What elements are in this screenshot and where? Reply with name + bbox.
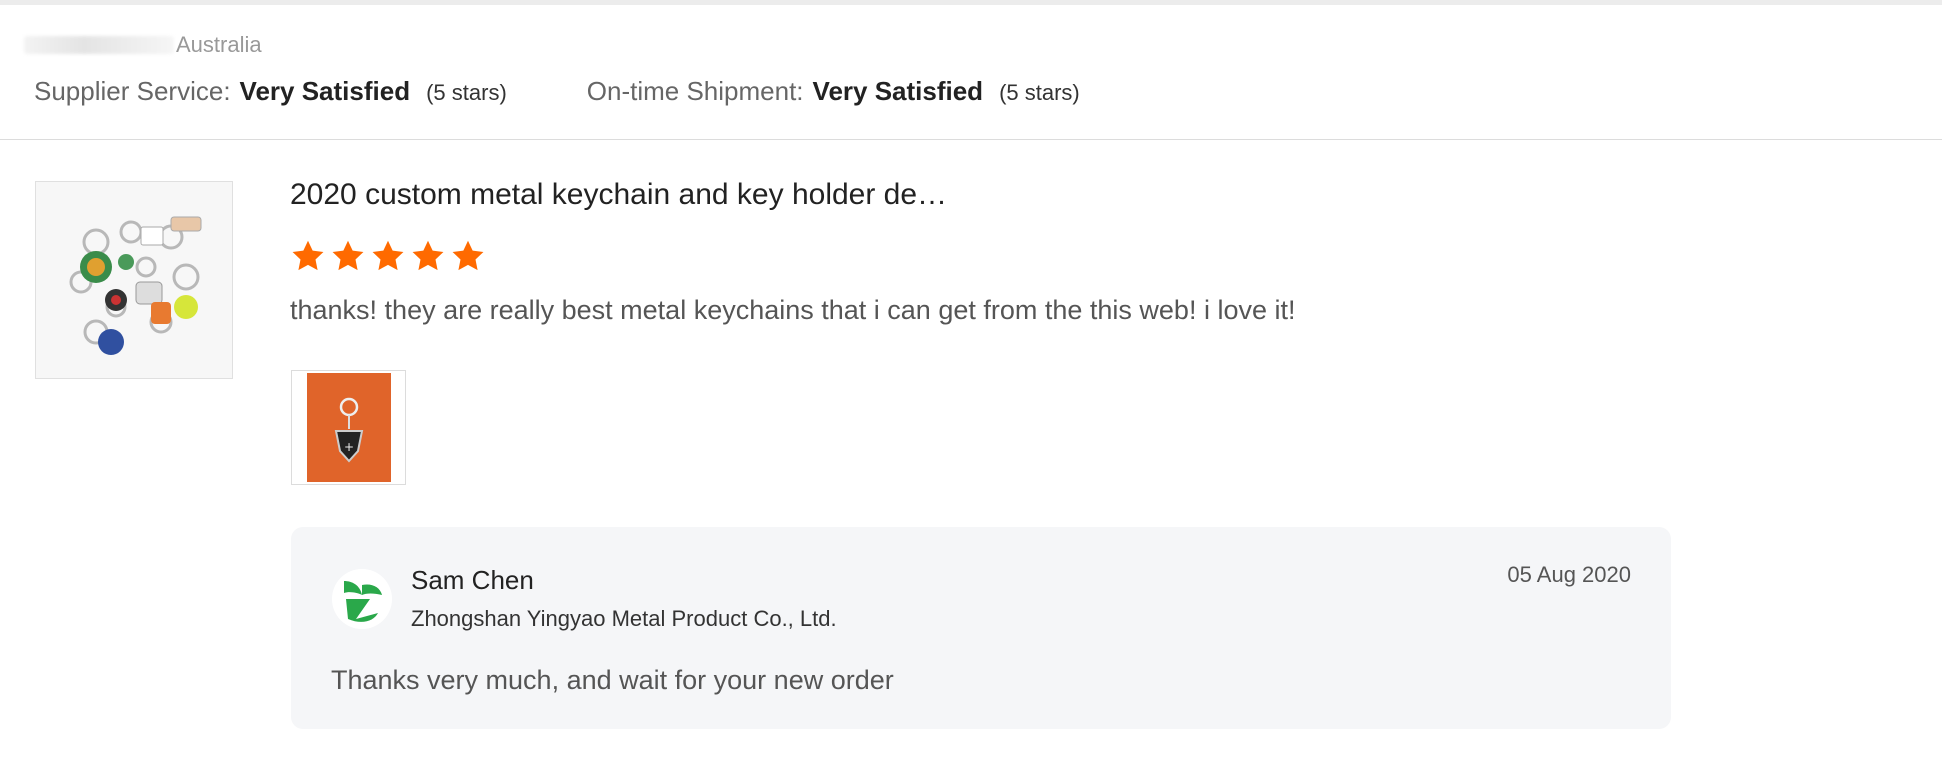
reply-text: Thanks very much, and wait for your new … — [331, 665, 894, 695]
supplier-service-stars: (5 stars) — [426, 80, 507, 105]
supplier-avatar — [332, 569, 392, 629]
star-icon — [292, 240, 324, 271]
product-thumbnail[interactable] — [35, 181, 233, 379]
replier-company[interactable]: Zhongshan Yingyao Metal Product Co., Ltd… — [411, 606, 837, 632]
supplier-ratings: Supplier Service: Very Satisfied (5 star… — [34, 76, 1080, 107]
on-time-shipment-value: Very Satisfied — [812, 76, 984, 106]
review-star-rating — [290, 238, 486, 274]
supplier-service-label: Supplier Service: — [34, 76, 231, 106]
keychains-image — [36, 182, 232, 378]
reply-date: 05 Aug 2020 — [1507, 562, 1631, 587]
reviewer-info: Australia — [24, 30, 262, 60]
star-icon — [372, 240, 404, 271]
star-icon — [412, 240, 444, 271]
section-divider — [0, 139, 1942, 140]
supplier-logo-icon — [332, 569, 392, 629]
supplier-service-value: Very Satisfied — [239, 76, 411, 106]
star-icon — [452, 240, 484, 271]
on-time-shipment-stars: (5 stars) — [999, 80, 1080, 105]
on-time-shipment-label: On-time Shipment: — [586, 76, 804, 106]
keychain-photo-image: + — [307, 373, 391, 482]
star-icon — [332, 240, 364, 271]
product-title[interactable]: 2020 custom metal keychain and key holde… — [290, 178, 947, 212]
replier-name: Sam Chen — [411, 565, 534, 595]
review-photo[interactable]: + — [291, 370, 406, 485]
reviewer-name-blurred — [24, 36, 174, 54]
top-border — [0, 0, 1942, 5]
svg-text:+: + — [344, 440, 354, 454]
reviewer-country: Australia — [176, 32, 262, 57]
supplier-reply: Sam Chen Zhongshan Yingyao Metal Product… — [291, 527, 1671, 729]
review-text: thanks! they are really best metal keych… — [290, 295, 1296, 325]
